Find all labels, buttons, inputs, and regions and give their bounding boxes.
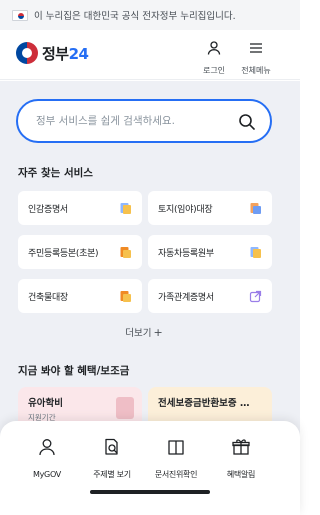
service-card-family-relation[interactable]: 가족관계증명서 (148, 279, 272, 313)
external-link-icon (249, 290, 262, 302)
document-blue-icon (120, 202, 131, 214)
service-label: 토지(임야)대장 (158, 204, 213, 215)
home-indicator (90, 490, 210, 494)
login-button[interactable]: 로그인 (194, 40, 234, 77)
service-card-building-register[interactable]: 건축물대장 (18, 279, 142, 313)
more-label: 더보기 (125, 328, 152, 339)
gov-emblem-icon (16, 42, 38, 64)
service-label: 인감증명서 (28, 204, 68, 215)
service-label: 주민등록등본(초본) (28, 248, 99, 259)
more-services-button[interactable]: 더보기 + (0, 325, 288, 339)
hamburger-menu-icon (250, 43, 262, 53)
benefit-title: 전세보증금반환보증 … (158, 398, 250, 409)
book-icon (168, 440, 184, 455)
nav-document-verification[interactable]: 문서진위확인 (146, 437, 206, 481)
service-label: 건축물대장 (28, 292, 68, 303)
nav-benefit-alerts[interactable]: 혜택알림 (211, 437, 271, 481)
user-icon (207, 41, 221, 55)
document-orange-icon (120, 246, 131, 258)
benefit-illustration (116, 397, 134, 419)
person-icon (39, 439, 55, 456)
service-card-vehicle-registration[interactable]: 자동차등록원부 (148, 235, 272, 269)
service-card-resident-registration[interactable]: 주민등록등본(초본) (18, 235, 142, 269)
search-box[interactable] (16, 99, 272, 143)
service-card-land-register[interactable]: 토지(임야)대장 (148, 191, 272, 225)
korea-flag-icon (12, 9, 28, 21)
document-blue-icon (250, 246, 261, 258)
header: 정부24 로그인 전체메뉴 (0, 30, 300, 80)
frequent-services-title: 자주 찾는 서비스 (18, 167, 93, 179)
plus-icon: + (153, 326, 163, 339)
logo-text: 정부24 (42, 43, 89, 64)
official-notice-text: 이 누리집은 대한민국 공식 전자정부 누리집입니다. (34, 11, 236, 22)
logo-text-number: 24 (68, 44, 89, 63)
login-label: 로그인 (202, 66, 226, 75)
search-icon[interactable] (238, 113, 256, 131)
search-input[interactable] (36, 115, 226, 127)
document-orange-icon (120, 290, 131, 302)
nav-mygov[interactable]: MyGOV (17, 437, 77, 481)
service-label: 자동차등록원부 (158, 248, 214, 259)
bottom-navigation: MyGOV 주제별 보기 문서진위확인 혜택알림 (0, 421, 300, 515)
official-notice-bar: 이 누리집은 대한민국 공식 전자정부 누리집입니다. (0, 0, 300, 30)
service-card-seal-certificate[interactable]: 인감증명서 (18, 191, 142, 225)
search-document-icon (105, 438, 118, 455)
logo-text-main: 정부 (42, 44, 69, 63)
benefits-title: 지금 봐야 할 혜택/보조금 (18, 365, 130, 377)
gift-icon (232, 439, 250, 455)
all-menu-label: 전체메뉴 (241, 66, 271, 75)
nav-label: 혜택알림 (226, 470, 256, 479)
nav-topics[interactable]: 주제별 보기 (82, 437, 142, 481)
nav-label: 주제별 보기 (93, 470, 131, 479)
nav-label: MyGOV (33, 470, 61, 479)
gov24-logo[interactable]: 정부24 (16, 42, 89, 64)
document-orange-icon (250, 202, 261, 214)
all-menu-button[interactable]: 전체메뉴 (236, 40, 276, 77)
service-label: 가족관계증명서 (158, 292, 214, 303)
nav-label: 문서진위확인 (154, 470, 198, 479)
